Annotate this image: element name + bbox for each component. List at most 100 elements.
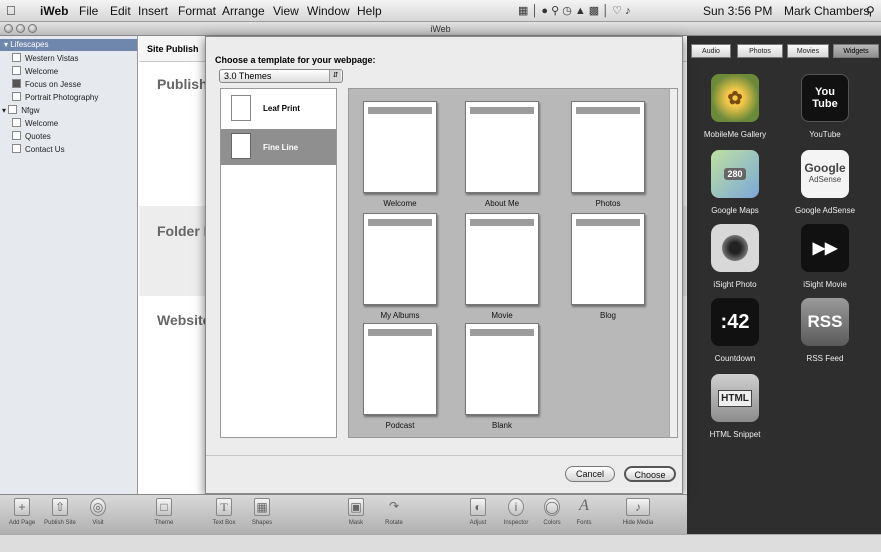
window-title: iWeb [430, 24, 451, 34]
toolbar-label: Shapes [251, 520, 273, 526]
sidebar-page[interactable]: Contact Us [12, 144, 65, 156]
tab-movies[interactable]: Movies [787, 44, 829, 58]
menu-clock[interactable]: Sun 3:56 PM [703, 4, 772, 18]
tab-site-publish[interactable]: Site Publish [147, 44, 199, 54]
widget-label: Google Maps [711, 206, 759, 215]
app-menu[interactable]: iWeb [40, 4, 68, 18]
sidebar-page[interactable]: Welcome [12, 118, 58, 130]
menu-window[interactable]: Window [307, 4, 350, 18]
menu-user[interactable]: Mark Chambers [784, 4, 869, 18]
theme-button[interactable]: □ Theme [146, 498, 182, 526]
template-prompt: Choose a template for your webpage: [215, 55, 376, 65]
theme-select-value: 3.0 Themes [224, 71, 272, 81]
fonts-button[interactable]: A Fonts [566, 497, 602, 527]
page-icon [12, 53, 21, 62]
visit-button[interactable]: ◎ Visit [80, 498, 116, 526]
tab-photos[interactable]: Photos [737, 44, 783, 58]
widget-youtube[interactable]: You Tube YouTube [779, 74, 869, 149]
theme-fine-line[interactable]: Fine Line [221, 129, 336, 165]
select-arrows-icon: ⇵ [329, 70, 341, 82]
template-chooser-sheet: Choose a template for your webpage: 3.0 … [205, 36, 683, 494]
colors-button[interactable]: ◯ Colors [534, 498, 570, 526]
spotlight-icon[interactable]: ⚲ [866, 4, 875, 18]
page-label: Contact Us [25, 145, 65, 154]
template-label: Blank [491, 421, 512, 430]
menu-file[interactable]: File [79, 4, 98, 18]
status-menu-icons[interactable]: ▦ │ ● ⚲ ◷ ▲ ▩ │ ♡ ♪ [518, 4, 631, 17]
shapes-button[interactable]: ▦ Shapes [244, 498, 280, 526]
countdown-icon: :42 [711, 298, 759, 346]
page-label: Western Vistas [25, 54, 79, 63]
menu-view[interactable]: View [273, 4, 299, 18]
template-thumbnail [363, 101, 437, 193]
template-label: Podcast [385, 421, 415, 430]
widget-google-adsense[interactable]: Google AdSense Google AdSense [779, 150, 869, 225]
sidebar-site-lifescapes[interactable]: ▾ Lifescapes [0, 39, 137, 51]
template-thumbnail [571, 101, 645, 193]
sidebar-page[interactable]: Quotes [12, 131, 51, 143]
inspector-button[interactable]: i Inspector [498, 498, 534, 526]
toolbar-label: Mask [348, 520, 364, 526]
sidebar-page[interactable]: Portrait Photography [12, 92, 98, 104]
hide-media-button[interactable]: ♪ Hide Media [620, 498, 656, 526]
widget-isight-photo[interactable]: iSight Photo [689, 224, 779, 299]
menu-format[interactable]: Format [178, 4, 216, 18]
mask-button[interactable]: ▣ Mask [338, 498, 374, 526]
theme-list: Leaf Print Fine Line [220, 88, 337, 438]
menu-insert[interactable]: Insert [138, 4, 168, 18]
menu-arrange[interactable]: Arrange [222, 4, 265, 18]
sidebar-page[interactable]: Western Vistas [12, 53, 79, 65]
widget-mobileme-gallery[interactable]: ✿ MobileMe Gallery [689, 74, 779, 149]
menu-edit[interactable]: Edit [110, 4, 131, 18]
tab-audio[interactable]: Audio [691, 44, 731, 58]
publish-site-button[interactable]: ⇧ Publish Site [42, 498, 78, 526]
fonts-icon: A [579, 497, 589, 514]
theme-label: Leaf Print [263, 104, 300, 113]
toolbar-label: Theme [154, 520, 174, 526]
shapes-icon: ▦ [254, 498, 270, 516]
widget-google-maps[interactable]: 280 Google Maps [689, 150, 779, 225]
menu-help[interactable]: Help [357, 4, 382, 18]
template-label: Movie [491, 311, 513, 320]
widget-rss-feed[interactable]: RSS RSS Feed [779, 298, 869, 373]
page-icon [12, 144, 21, 153]
close-window-icon[interactable] [4, 24, 13, 33]
sidebar-page[interactable]: Welcome [12, 66, 58, 78]
adjust-button[interactable]: ◐ Adjust [460, 498, 496, 526]
theme-thumbnail [231, 95, 251, 121]
text-box-button[interactable]: T Text Box [206, 498, 242, 526]
widget-countdown[interactable]: :42 Countdown [689, 298, 779, 373]
map-badge: 280 [724, 168, 746, 180]
theme-label: Fine Line [263, 143, 299, 152]
website-heading: Website [157, 312, 211, 328]
theme-leaf-print[interactable]: Leaf Print [221, 89, 336, 129]
add-page-button[interactable]: + Add Page [4, 498, 40, 526]
widget-label: HTML Snippet [709, 430, 761, 439]
widget-isight-movie[interactable]: ▶▶ iSight Movie [779, 224, 869, 299]
template-scrollbar[interactable] [669, 89, 677, 437]
camera-icon [711, 224, 759, 272]
widget-label: YouTube [809, 130, 841, 139]
media-icon: ♪ [626, 498, 650, 516]
page-icon [12, 92, 21, 101]
sidebar-site-nfgw[interactable]: ▾ Nfgw [2, 105, 39, 117]
sidebar-page[interactable]: Focus on Jesse [12, 79, 81, 91]
minimize-window-icon[interactable] [16, 24, 25, 33]
tab-widgets[interactable]: Widgets [833, 44, 879, 58]
rotate-button[interactable]: ↷ Rotate [376, 498, 412, 526]
publish-heading: Publish [157, 76, 208, 92]
toolbar-label: Colors [543, 520, 561, 526]
widget-label: RSS Feed [806, 354, 844, 363]
widget-html-snippet[interactable]: HTML HTML Snippet [689, 374, 779, 449]
cancel-button[interactable]: Cancel [565, 466, 615, 482]
zoom-window-icon[interactable] [28, 24, 37, 33]
theme-select[interactable]: 3.0 Themes ⇵ [219, 69, 343, 83]
template-thumbnail [363, 323, 437, 415]
site-icon [8, 105, 18, 114]
template-thumbnail [363, 213, 437, 305]
publish-icon: ⇧ [52, 498, 68, 516]
apple-menu-icon[interactable]:  [6, 3, 16, 18]
map-icon: 280 [711, 150, 759, 198]
choose-button[interactable]: Choose [624, 466, 676, 482]
page-label: Portrait Photography [25, 93, 99, 102]
